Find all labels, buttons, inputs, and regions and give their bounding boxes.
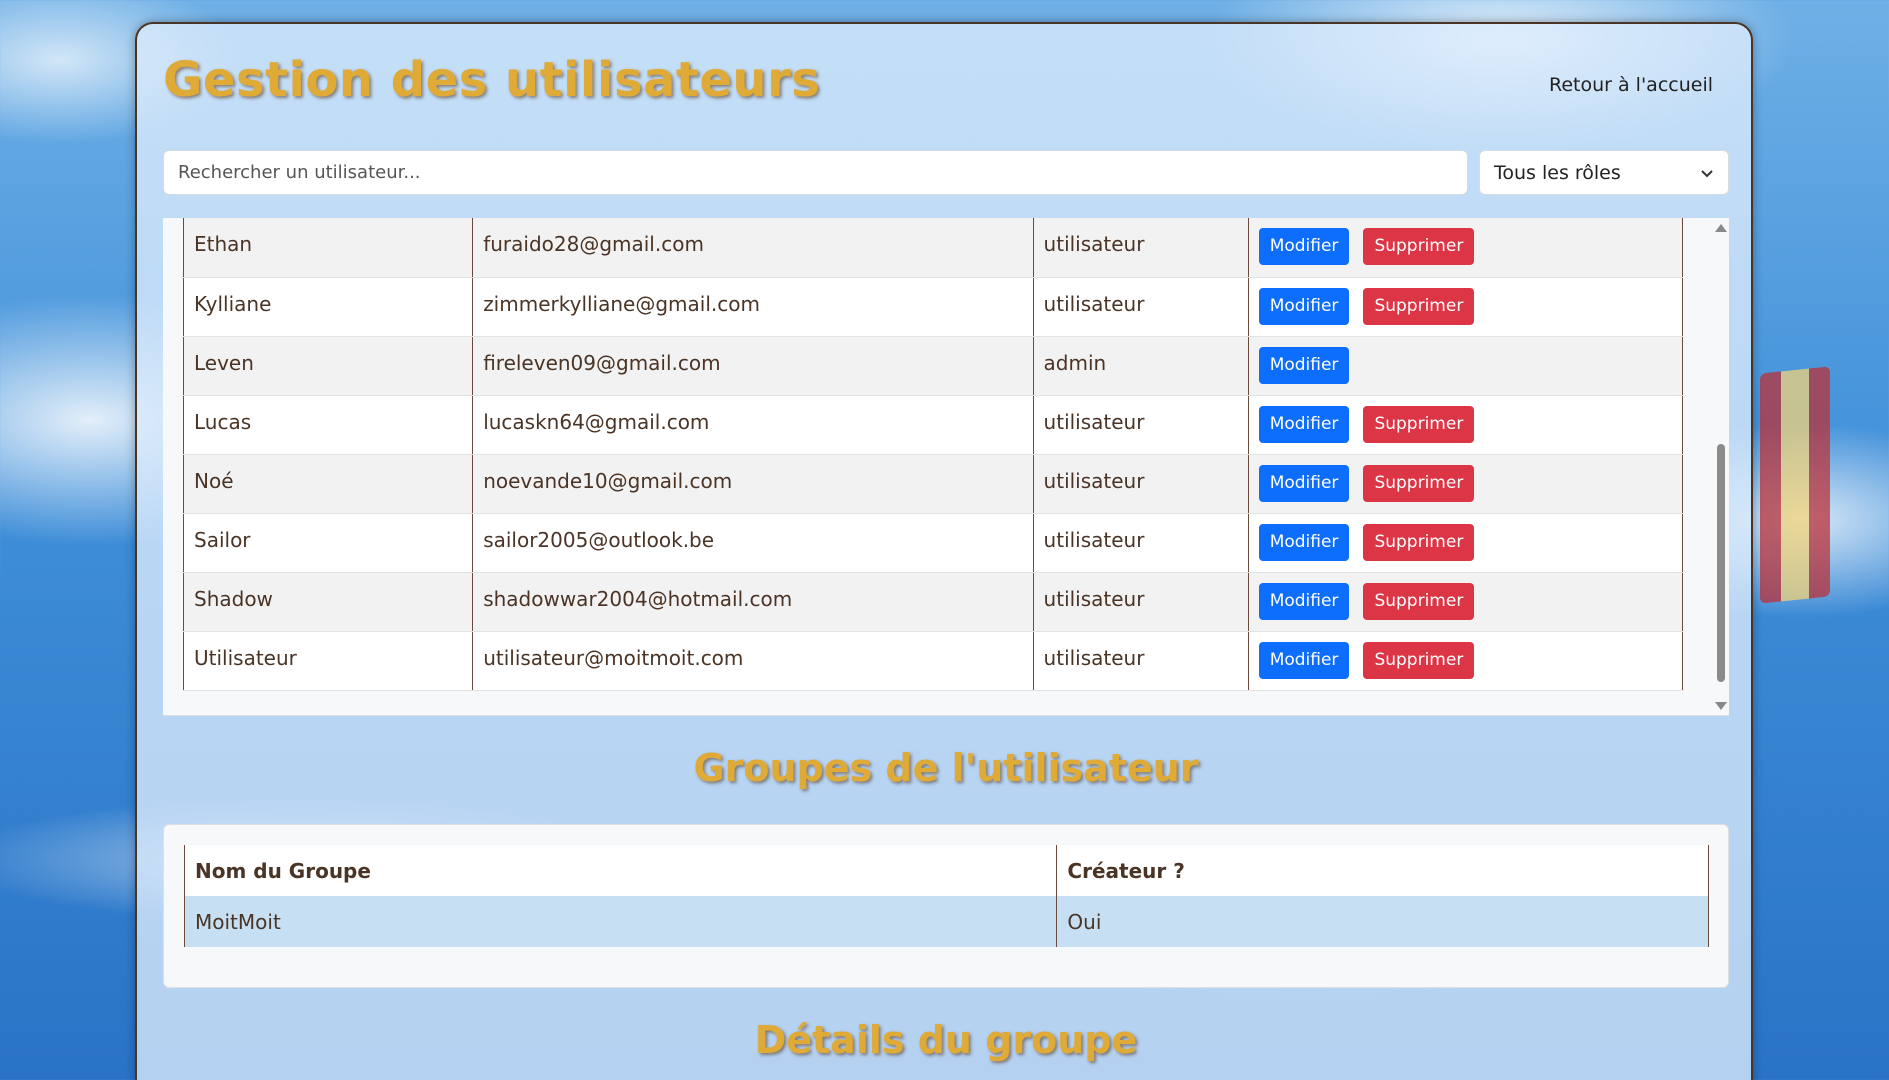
groups-table: Nom du Groupe Créateur ? MoitMoit Oui xyxy=(183,845,1709,947)
user-name: Utilisateur xyxy=(182,631,474,691)
scroll-up-arrow-icon[interactable] xyxy=(1715,224,1727,232)
column-header-creator: Créateur ? xyxy=(1056,845,1709,896)
column-header-group-name: Nom du Groupe xyxy=(183,845,1058,896)
modify-button[interactable]: Modifier xyxy=(1258,287,1350,325)
user-name: Ethan xyxy=(182,218,474,278)
user-email: furaido28@gmail.com xyxy=(472,218,1034,278)
delete-button[interactable]: Supprimer xyxy=(1363,582,1475,620)
groups-section-title: Groupes de l'utilisateur xyxy=(693,746,1199,790)
home-link[interactable]: Retour à l'accueil xyxy=(1549,74,1713,96)
delete-button[interactable]: Supprimer xyxy=(1363,464,1475,502)
user-email: noevande10@gmail.com xyxy=(472,454,1034,514)
user-actions: Modifier xyxy=(1247,336,1684,396)
user-name: Noé xyxy=(182,454,474,514)
user-role: utilisateur xyxy=(1032,395,1249,455)
user-role: utilisateur xyxy=(1032,513,1249,573)
user-role: utilisateur xyxy=(1032,218,1249,278)
user-actions: Modifier Supprimer xyxy=(1247,218,1684,278)
modify-button[interactable]: Modifier xyxy=(1258,228,1350,265)
user-email: lucaskn64@gmail.com xyxy=(472,395,1034,455)
user-name: Sailor xyxy=(182,513,474,573)
delete-button[interactable]: Supprimer xyxy=(1363,405,1475,443)
user-actions: Modifier Supprimer xyxy=(1247,631,1684,691)
table-row: Shadow shadowwar2004@hotmail.com utilisate… xyxy=(182,572,1684,632)
table-row: Lucas lucaskn64@gmail.com utilisateur Modif… xyxy=(182,395,1684,455)
role-filter-select[interactable]: Tous les rôles xyxy=(1479,150,1729,195)
user-role: utilisateur xyxy=(1032,277,1249,337)
delete-button[interactable]: Supprimer xyxy=(1363,287,1475,325)
modify-button[interactable]: Modifier xyxy=(1258,346,1350,384)
modify-button[interactable]: Modifier xyxy=(1258,641,1350,679)
user-role: admin xyxy=(1032,336,1249,396)
delete-button[interactable]: Supprimer xyxy=(1363,228,1475,265)
modify-button[interactable]: Modifier xyxy=(1258,582,1350,620)
user-role: utilisateur xyxy=(1032,572,1249,632)
user-email: zimmerkylliane@gmail.com xyxy=(472,277,1034,337)
user-email: fireleven09@gmail.com xyxy=(472,336,1034,396)
user-actions: Modifier Supprimer xyxy=(1247,454,1684,514)
table-row: Leven fireleven09@gmail.com admin Modifier xyxy=(182,336,1684,396)
groups-header-row: Nom du Groupe Créateur ? xyxy=(183,845,1709,896)
group-creator: Oui xyxy=(1056,896,1709,947)
user-name: Leven xyxy=(182,336,474,396)
delete-button[interactable]: Supprimer xyxy=(1363,523,1475,561)
table-row: Sailor sailor2005@outlook.be utilisateur Mo… xyxy=(182,513,1684,573)
user-email: utilisateur@moitmoit.com xyxy=(472,631,1034,691)
user-name: Kylliane xyxy=(182,277,474,337)
user-email: sailor2005@outlook.be xyxy=(472,513,1034,573)
modify-button[interactable]: Modifier xyxy=(1258,464,1350,502)
modify-button[interactable]: Modifier xyxy=(1258,405,1350,443)
page-title: Gestion des utilisateurs xyxy=(163,52,821,108)
user-actions: Modifier Supprimer xyxy=(1247,395,1684,455)
user-actions: Modifier Supprimer xyxy=(1247,572,1684,632)
user-email: shadowwar2004@hotmail.com xyxy=(472,572,1034,632)
groups-card: Nom du Groupe Créateur ? MoitMoit Oui xyxy=(163,824,1729,988)
table-row: Ethan furaido28@gmail.com utilisateur Modif… xyxy=(182,218,1684,278)
modify-button[interactable]: Modifier xyxy=(1258,523,1350,561)
users-scrollbar[interactable] xyxy=(1711,218,1729,715)
user-role: utilisateur xyxy=(1032,631,1249,691)
main-panel: Gestion des utilisateurs Retour à l'accu… xyxy=(135,22,1753,1080)
table-row: Noé noevande10@gmail.com utilisateur Modifi… xyxy=(182,454,1684,514)
table-row: Kylliane zimmerkylliane@gmail.com utilisat… xyxy=(182,277,1684,337)
users-table: Ethan furaido28@gmail.com utilisateur Modif… xyxy=(182,218,1684,691)
user-actions: Modifier Supprimer xyxy=(1247,277,1684,337)
user-role: utilisateur xyxy=(1032,454,1249,514)
search-input[interactable] xyxy=(163,150,1468,195)
background-ship-sail xyxy=(1760,366,1830,604)
chevron-down-icon xyxy=(1701,169,1713,177)
user-actions: Modifier Supprimer xyxy=(1247,513,1684,573)
user-name: Lucas xyxy=(182,395,474,455)
scroll-thumb[interactable] xyxy=(1717,444,1725,682)
user-name: Shadow xyxy=(182,572,474,632)
group-details-title: Détails du groupe xyxy=(754,1018,1138,1062)
role-filter-value: Tous les rôles xyxy=(1494,161,1621,184)
group-name: MoitMoit xyxy=(183,896,1058,947)
delete-button[interactable]: Supprimer xyxy=(1363,641,1475,679)
group-row[interactable]: MoitMoit Oui xyxy=(183,896,1709,947)
scroll-down-arrow-icon[interactable] xyxy=(1715,702,1727,710)
users-table-container[interactable]: Ethan furaido28@gmail.com utilisateur Modif… xyxy=(163,218,1729,716)
table-row: Utilisateur utilisateur@moitmoit.com utili… xyxy=(182,631,1684,691)
